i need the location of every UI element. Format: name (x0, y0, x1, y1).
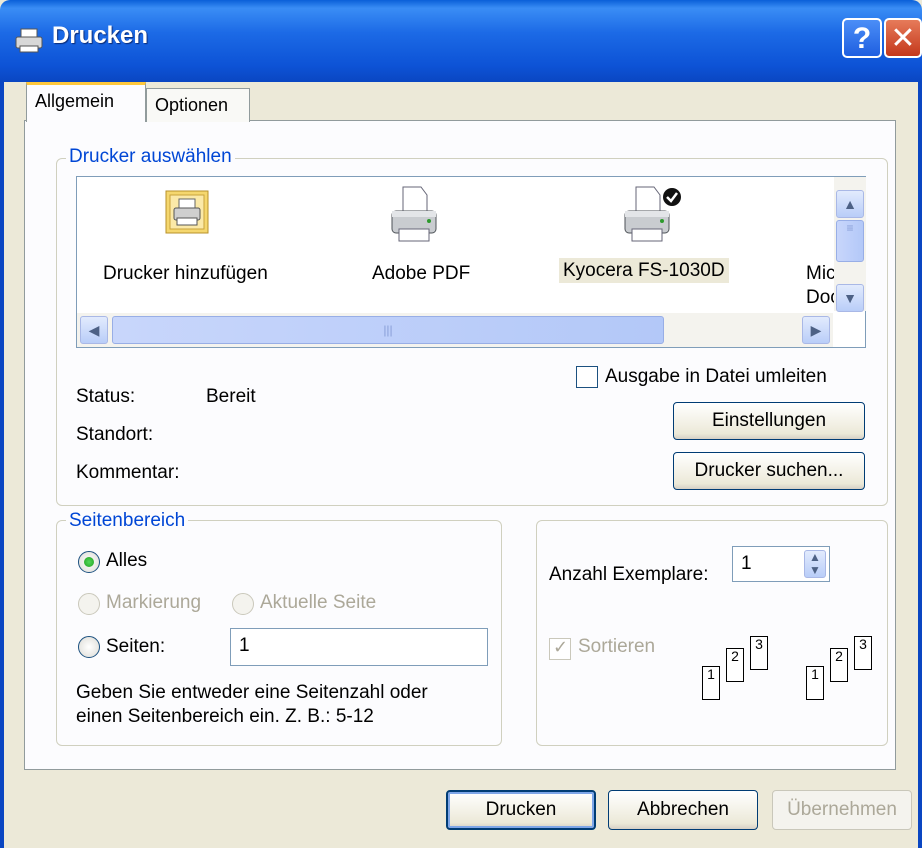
collate-label[interactable]: Sortieren (578, 636, 655, 658)
collate-page-1: 1 (702, 666, 720, 700)
page-range-hint-line1: Geben Sie entweder eine Seitenzahl oder (76, 682, 428, 703)
horizontal-scroll-thumb[interactable]: ||| (112, 316, 664, 344)
close-icon: ✕ (890, 22, 916, 55)
radio-all[interactable] (78, 551, 100, 573)
printer-label-ms-line1[interactable]: Mic (806, 263, 836, 285)
vertical-scroll-thumb[interactable]: ≡ (836, 220, 864, 262)
printer-label-adobe[interactable]: Adobe PDF (372, 263, 470, 285)
printer-default-icon (622, 185, 684, 253)
copies-group (536, 520, 888, 746)
radio-selected-dot (84, 557, 94, 567)
radio-pages[interactable] (78, 636, 100, 658)
collate-page-3: 3 (750, 636, 768, 670)
find-printer-button[interactable]: Drucker suchen... (673, 452, 865, 490)
collate-checkbox[interactable]: ✓ (549, 637, 571, 660)
tab-options[interactable]: Optionen (146, 88, 250, 122)
help-button[interactable]: ? (842, 18, 882, 58)
copies-value: 1 (741, 553, 752, 574)
radio-all-label[interactable]: Alles (106, 550, 147, 572)
scroll-down-button[interactable]: ▼ (836, 284, 864, 312)
radio-current-page[interactable] (232, 593, 254, 615)
radio-selection-label[interactable]: Markierung (106, 592, 201, 614)
print-to-file-checkbox[interactable] (576, 366, 598, 388)
preferences-button[interactable]: Einstellungen (673, 402, 865, 440)
copies-count-label: Anzahl Exemplare: (549, 564, 709, 585)
print-to-file-label[interactable]: Ausgabe in Datei umleiten (605, 366, 827, 388)
collate-page-3b: 3 (854, 636, 872, 670)
printer-group-legend: Drucker auswählen (66, 146, 235, 168)
radio-selection[interactable] (78, 593, 100, 615)
scroll-left-button[interactable]: ◀ (80, 316, 108, 344)
scroll-up-button[interactable]: ▲ (836, 190, 864, 218)
selected-printer-text: Kyocera FS-1030D (559, 258, 729, 283)
status-value: Bereit (206, 386, 256, 407)
window-frame-right (918, 82, 922, 848)
printer-label-add[interactable]: Drucker hinzufügen (103, 263, 268, 285)
printer-label-kyocera[interactable]: Kyocera FS-1030D (559, 258, 729, 283)
collate-page-1b: 1 (806, 666, 824, 700)
printer-icon (389, 185, 439, 253)
copies-spinner[interactable]: ▲ ▼ (804, 550, 826, 578)
location-label: Standort: (76, 424, 154, 445)
page-range-legend: Seitenbereich (66, 510, 189, 532)
scroll-grip-icon: ≡ (846, 221, 854, 235)
tab-general[interactable]: Allgemein (26, 82, 146, 122)
print-button[interactable]: Drucken (446, 790, 596, 830)
pages-input[interactable]: 1 (230, 628, 488, 666)
radio-current-page-label[interactable]: Aktuelle Seite (260, 592, 376, 614)
window-title: Drucken (52, 22, 149, 49)
scroll-grip-icon: ||| (383, 323, 393, 337)
printer-icon (14, 28, 44, 54)
scroll-right-button[interactable]: ▶ (802, 316, 830, 344)
close-button[interactable]: ✕ (884, 18, 922, 58)
checkmark-icon: ✓ (553, 637, 569, 657)
cancel-button[interactable]: Abbrechen (608, 790, 758, 830)
collate-page-2: 2 (726, 648, 744, 682)
status-label: Status: (76, 386, 136, 407)
page-range-hint-line2: einen Seitenbereich ein. Z. B.: 5-12 (76, 706, 374, 727)
apply-button[interactable]: Übernehmen (772, 790, 912, 830)
comment-label: Kommentar: (76, 462, 180, 483)
collate-page-2b: 2 (830, 648, 848, 682)
add-printer-icon (165, 190, 209, 240)
radio-pages-label[interactable]: Seiten: (106, 636, 165, 658)
window-frame-left (0, 82, 4, 848)
